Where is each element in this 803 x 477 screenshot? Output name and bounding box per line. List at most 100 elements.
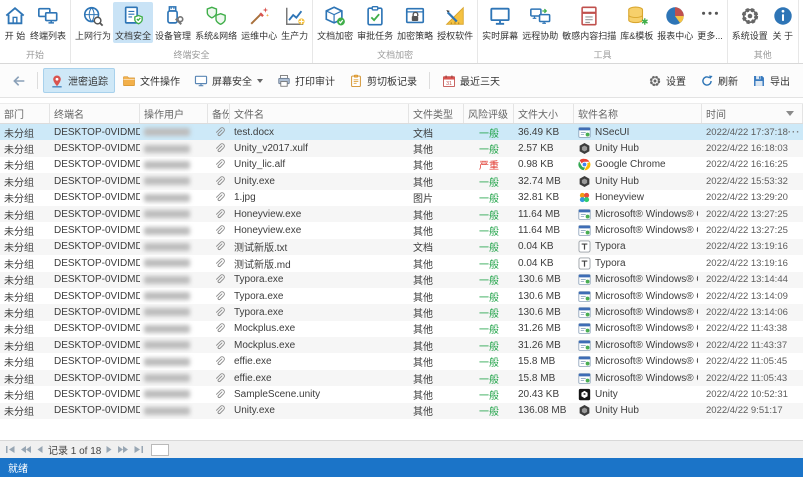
- table-row[interactable]: 未分组 DESKTOP-0VIDMDJ SampleScene.unity 其他 一般 2…: [0, 386, 803, 402]
- table-row[interactable]: 未分组 DESKTOP-0VIDMDJ Typora.exe 其他 一般 130.6 MB…: [0, 288, 803, 304]
- cell-time: 2022/4/22 15:53:32: [702, 173, 803, 189]
- column-header-software[interactable]: 软件名称: [574, 104, 702, 123]
- column-header-terminal[interactable]: 终端名: [50, 104, 140, 123]
- ribbon-item-approval-tasks[interactable]: 审批任务: [355, 2, 395, 43]
- column-header-file[interactable]: 文件名: [230, 104, 409, 123]
- cell-size: 32.81 KB: [514, 190, 574, 206]
- table-row[interactable]: 未分组 DESKTOP-0VIDMDJ Unity.exe 其他 一般 32.74 MB U…: [0, 173, 803, 190]
- cell-text: Honeyview.exe: [234, 208, 302, 220]
- ribbon-item-more[interactable]: 更多...: [695, 2, 725, 43]
- table-row[interactable]: 未分组 DESKTOP-0VIDMDJ Typora.exe 其他 一般 130.6 MB…: [0, 271, 803, 288]
- ribbon-item-library-template[interactable]: 库&模板: [618, 2, 655, 43]
- cell-text: 未分组: [4, 194, 34, 206]
- nav-nextpage-button[interactable]: [117, 445, 129, 454]
- ribbon-item-report-center[interactable]: 报表中心: [655, 2, 695, 43]
- cell-text: Typora.exe: [234, 306, 284, 318]
- cell-text: 1.jpg: [234, 192, 256, 204]
- table-row[interactable]: 未分组 DESKTOP-0VIDMDJ Unity_v2017.xulf 其他 一般 2.…: [0, 140, 803, 157]
- ribbon-item-sensitive-scan[interactable]: 敏感内容扫描: [560, 2, 618, 43]
- column-header-type[interactable]: 文件类型: [409, 104, 464, 123]
- ribbon-item-web-behavior[interactable]: 上网行为: [73, 2, 113, 43]
- table-row[interactable]: 未分组 DESKTOP-0VIDMDJ test.docx 文档 一般 36.49 KB N…: [0, 124, 803, 141]
- nav-prevpage-button[interactable]: [20, 445, 32, 454]
- software-name: Microsoft® Windows® Oper...: [595, 372, 698, 384]
- table-row[interactable]: 未分组 DESKTOP-0VIDMDJ Unity.exe 其他 一般 136.08 MB…: [0, 402, 803, 420]
- cell-file: Unity.exe: [230, 173, 409, 189]
- ribbon-item-home[interactable]: 开 始: [2, 2, 28, 43]
- ribbon-item-remote-assist[interactable]: 远程协助: [520, 2, 560, 43]
- back-button[interactable]: [6, 70, 32, 92]
- page-number-box[interactable]: [151, 443, 170, 456]
- risk-badge: 一般: [479, 308, 499, 320]
- exe-icon: [578, 306, 591, 319]
- ribbon-item-about[interactable]: 关 于: [770, 2, 796, 43]
- ribbon-item-system-network[interactable]: 系统&网络: [193, 2, 239, 43]
- cell-dept: 未分组: [0, 288, 50, 304]
- cell-text: Unity.exe: [234, 405, 275, 417]
- paperclip-icon: [214, 176, 225, 187]
- cell-backup: [208, 124, 230, 140]
- cell-terminal: DESKTOP-0VIDMDJ: [50, 272, 140, 288]
- cell-software: Microsoft® Windows® Oper...: [574, 206, 702, 222]
- table-row[interactable]: 未分组 DESKTOP-0VIDMDJ effie.exe 其他 一般 15.8 MB Mi…: [0, 369, 803, 387]
- ribbon-item-doc-security[interactable]: 文档安全: [113, 2, 154, 43]
- toolbar-button-print-audit[interactable]: 打印审计: [270, 68, 342, 93]
- ribbon-item-settings[interactable]: 系统设置: [730, 2, 770, 43]
- time-value: 2022/4/22 16:16:25: [706, 159, 788, 171]
- redacted-operator-user: [144, 144, 190, 153]
- ribbon-item-realtime-screen[interactable]: 实时屏幕: [480, 2, 520, 43]
- nav-last-button[interactable]: [133, 445, 144, 454]
- ribbon-item-licensed-software[interactable]: 授权软件: [435, 2, 475, 43]
- toolbar-button-grid-settings[interactable]: 设置: [641, 68, 693, 93]
- cell-user: [140, 370, 208, 386]
- column-header-user[interactable]: 操作用户: [140, 104, 208, 123]
- cell-type: 其他: [409, 288, 464, 304]
- terminal-list-icon: [37, 4, 59, 28]
- column-header-label: 部门: [4, 110, 24, 121]
- table-row[interactable]: 未分组 DESKTOP-0VIDMDJ 1.jpg 图片 一般 32.81 KB Honey…: [0, 190, 803, 206]
- toolbar-button-recent-days[interactable]: 31 最近三天: [435, 68, 507, 93]
- column-header-dept[interactable]: 部门: [0, 104, 50, 123]
- toolbar-button-refresh[interactable]: 刷新: [693, 68, 745, 93]
- table-row[interactable]: 未分组 DESKTOP-0VIDMDJ Mockplus.exe 其他 一般 31.26 …: [0, 337, 803, 354]
- table-row[interactable]: 未分组 DESKTOP-0VIDMDJ effie.exe 其他 一般 15.8 MB Mi…: [0, 353, 803, 369]
- toolbar-button-file-ops[interactable]: 文件操作: [115, 68, 187, 93]
- nav-first-button[interactable]: [5, 445, 16, 454]
- ribbon-item-device-mgmt[interactable]: 设备管理: [153, 2, 193, 43]
- row-more-button[interactable]: ···: [788, 127, 802, 138]
- toolbar-button-export[interactable]: 导出: [745, 68, 797, 93]
- table-row[interactable]: 未分组 DESKTOP-0VIDMDJ Honeyview.exe 其他 一般 11.64…: [0, 205, 803, 223]
- paperclip-icon: [214, 258, 225, 269]
- toolbar-button-leak-trace[interactable]: 泄密追踪: [43, 68, 115, 93]
- ribbon-item-ops-center[interactable]: 运维中心: [239, 2, 279, 43]
- risk-badge: 一般: [479, 227, 499, 239]
- cell-user: [140, 222, 208, 238]
- table-row[interactable]: 未分组 DESKTOP-0VIDMDJ Unity_lic.alf 其他 严重 0.98 …: [0, 157, 803, 173]
- cell-software: Typora: [574, 255, 702, 271]
- toolbar-button-label: 设置: [666, 77, 686, 88]
- toolbar-button-screen-security[interactable]: 屏幕安全: [187, 68, 270, 93]
- table-row[interactable]: 未分组 DESKTOP-0VIDMDJ 测试新版.md 其他 一般 0.04 KB Typo…: [0, 255, 803, 271]
- column-header-time[interactable]: 时间: [702, 104, 803, 123]
- column-header-risk[interactable]: 风险评级: [464, 104, 514, 123]
- table-row[interactable]: 未分组 DESKTOP-0VIDMDJ Typora.exe 其他 一般 130.6 MB…: [0, 304, 803, 321]
- ribbon-item-terminal-list[interactable]: 终端列表: [28, 2, 68, 43]
- risk-badge: 一般: [479, 194, 499, 206]
- table-row[interactable]: 未分组 DESKTOP-0VIDMDJ 测试新版.txt 文档 一般 0.04 KB Typ…: [0, 238, 803, 256]
- nav-prev-button[interactable]: [36, 445, 44, 454]
- cell-time: 2022/4/22 16:16:25: [702, 157, 803, 173]
- table-row[interactable]: 未分组 DESKTOP-0VIDMDJ Honeyview.exe 其他 一般 11.64…: [0, 222, 803, 238]
- cell-dept: 未分组: [0, 304, 50, 320]
- nav-next-button[interactable]: [105, 445, 113, 454]
- ribbon-item-encrypt-policy[interactable]: 加密策略: [395, 2, 435, 43]
- time-value: 2022/4/22 13:27:25: [706, 225, 788, 237]
- column-header-size[interactable]: 文件大小: [514, 104, 574, 123]
- system-network-icon: [205, 4, 227, 28]
- table-row[interactable]: 未分组 DESKTOP-0VIDMDJ Mockplus.exe 其他 一般 31.26 …: [0, 321, 803, 337]
- column-header-backup[interactable]: 备份: [208, 104, 230, 123]
- ribbon-item-label: 系统&网络: [195, 31, 238, 41]
- ribbon-item-productivity[interactable]: 生产力: [279, 2, 310, 43]
- cell-terminal: DESKTOP-0VIDMDJ: [50, 337, 140, 353]
- ribbon-item-doc-encrypt[interactable]: 文档加密: [315, 2, 355, 43]
- toolbar-button-clipboard-record[interactable]: 剪切板记录: [342, 68, 424, 93]
